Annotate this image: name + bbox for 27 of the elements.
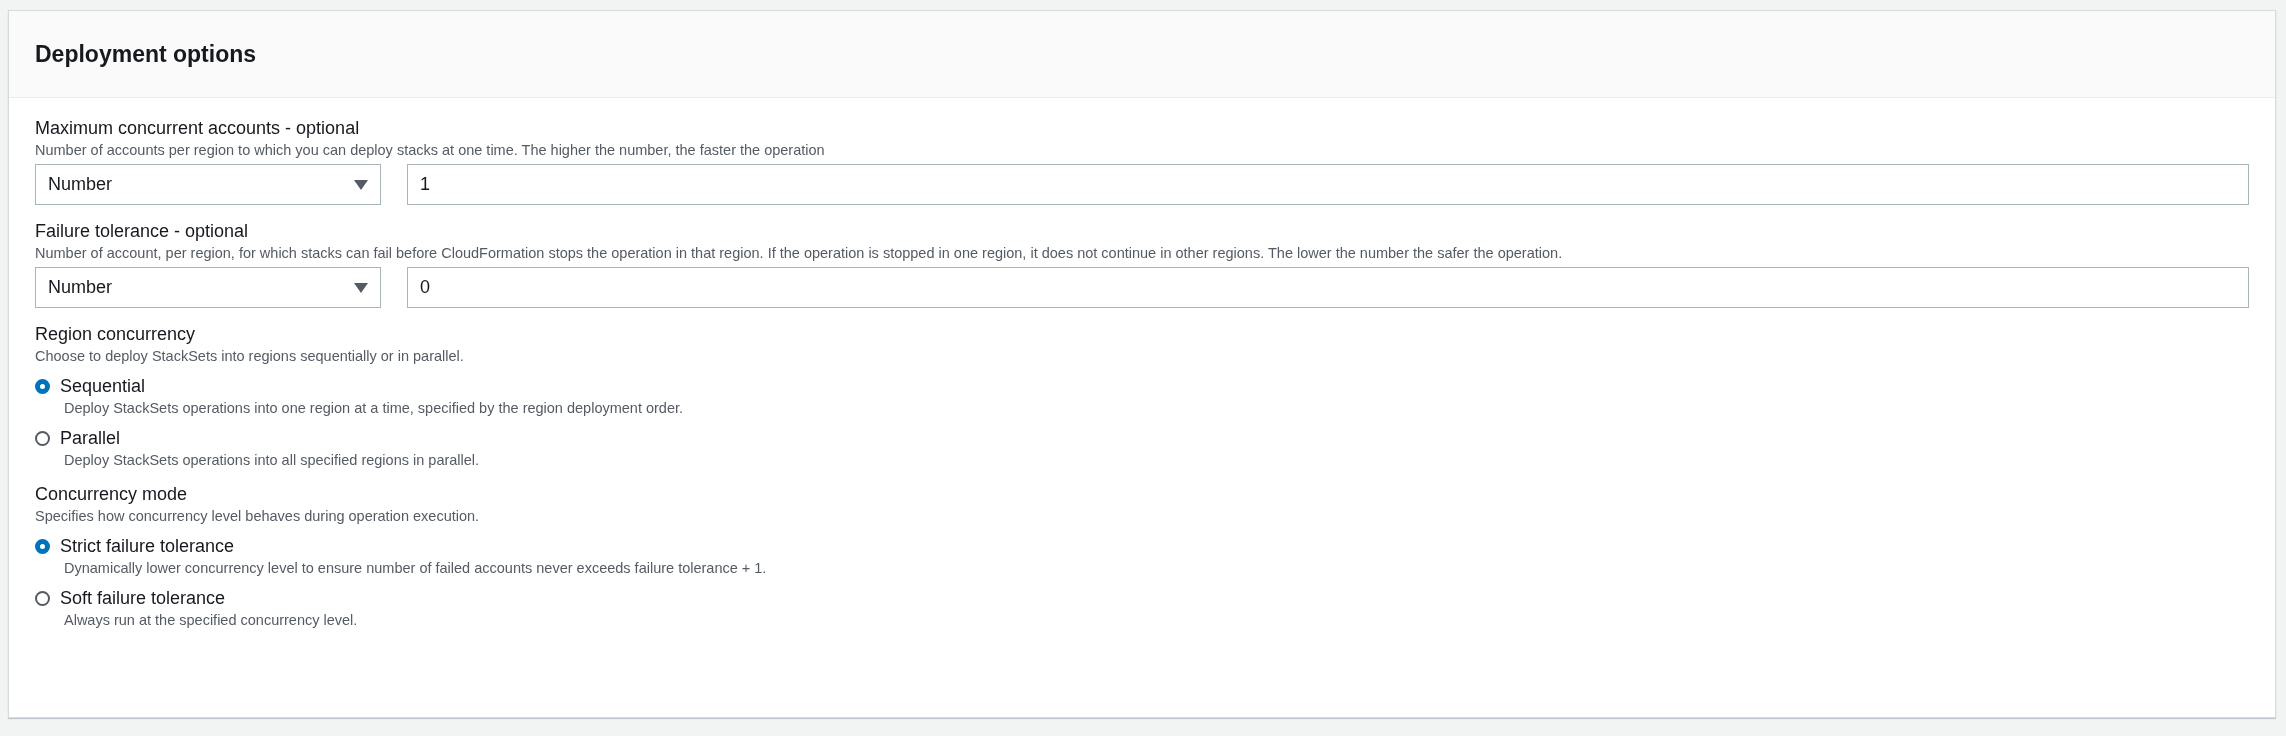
group-label: Region concurrency	[35, 323, 197, 346]
radio-button[interactable]	[35, 590, 50, 606]
option-description: Deploy StackSets operations into all specified regions in parallel.	[64, 451, 481, 470]
group-description: Choose to deploy StackSets into regions sequentially or in parallel.	[35, 347, 465, 366]
option-label[interactable]: Sequential	[60, 374, 146, 398]
number-input[interactable]: 0	[407, 267, 2249, 308]
option-description: Always run at the specified concurrency level.	[64, 611, 359, 630]
option-label[interactable]: Soft failure tolerance	[60, 586, 226, 610]
option-label[interactable]: Parallel	[60, 426, 121, 450]
option-description: Dynamically lower concurrency level to ensure number of failed accounts never exceeds failure tolerance + 1.	[64, 559, 768, 578]
group-description: Specifies how concurrency level behaves during operation execution.	[35, 507, 481, 526]
radio-button[interactable]	[35, 378, 50, 394]
panel-title: Deployment options	[35, 40, 257, 68]
number-input[interactable]: 1	[407, 164, 2249, 205]
option-description: Deploy StackSets operations into one region at a time, specified by the region deployment order.	[64, 399, 685, 418]
unit-select[interactable]: Number	[35, 267, 381, 308]
unit-select[interactable]: Number	[35, 164, 381, 205]
group-label: Concurrency mode	[35, 483, 189, 506]
field-description: Number of account, per region, for which stacks can fail before CloudFormation stops the operation in that region. If the operation is stopped in one region, it does not continue in other regions. The lower the number the safer the operation.	[35, 244, 1564, 263]
radio-button[interactable]	[35, 538, 50, 554]
option-label[interactable]: Strict failure tolerance	[60, 534, 235, 558]
radio-button[interactable]	[35, 430, 50, 446]
field-description: Number of accounts per region to which you can deploy stacks at one time. The higher the number, the faster the operation	[35, 141, 826, 160]
field-label: Maximum concurrent accounts - optional	[35, 117, 361, 140]
caret-icon	[354, 179, 368, 190]
field-label: Failure tolerance - optional	[35, 220, 250, 243]
caret-icon	[354, 282, 368, 293]
